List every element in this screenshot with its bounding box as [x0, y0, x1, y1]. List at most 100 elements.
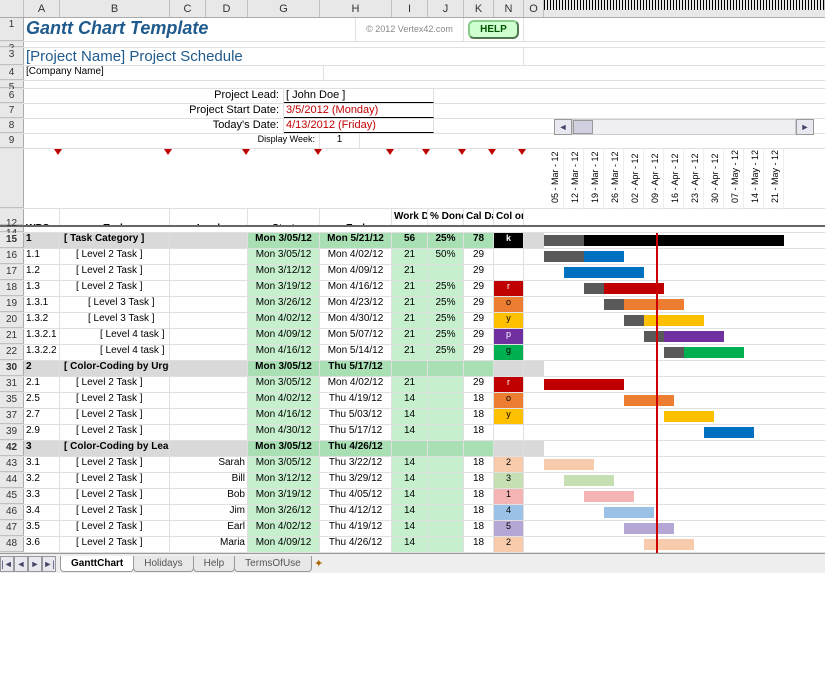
tab-nav-prev[interactable]: ◄ [14, 556, 28, 572]
hdr-end: End [320, 209, 392, 225]
spreadsheet: A B C D G H I J K N O 1 Gantt Chart Temp… [0, 0, 825, 573]
table-row[interactable]: 473.5[ Level 2 Task ]EarlMon 4/02/12Thu … [0, 521, 825, 537]
table-row[interactable]: 433.1[ Level 2 Task ]SarahMon 3/05/12Thu… [0, 457, 825, 473]
table-row[interactable]: 181.3[ Level 2 Task ]Mon 3/19/12Mon 4/16… [0, 281, 825, 297]
hdr-cal: Cal Days [464, 209, 494, 225]
table-row[interactable]: 483.6[ Level 2 Task ]MariaMon 4/09/12Thu… [0, 537, 825, 553]
tab-nav-next[interactable]: ► [28, 556, 42, 572]
gantt-date-label: 16 - Apr - 12 [670, 153, 680, 203]
gantt-date-label: 21 - May - 12 [770, 153, 780, 203]
gantt-bar [624, 299, 684, 310]
gantt-bar [564, 267, 644, 278]
table-row[interactable]: 151[ Task Category ]Mon 3/05/12Mon 5/21/… [0, 233, 825, 249]
gantt-bar [584, 251, 624, 262]
table-row[interactable]: 201.3.2[ Level 3 Task ]Mon 4/02/12Mon 4/… [0, 313, 825, 329]
display-week-label: Display Week: [24, 134, 320, 148]
table-row[interactable]: 372.7[ Level 2 Task ]Mon 4/16/12Thu 5/03… [0, 409, 825, 425]
scroll-left-button[interactable]: ◄ [554, 119, 572, 135]
table-row[interactable]: 463.4[ Level 2 Task ]JimMon 3/26/12Thu 4… [0, 505, 825, 521]
today-line [656, 233, 658, 553]
gantt-bar [624, 315, 644, 326]
gantt-row [544, 521, 825, 536]
col-B[interactable]: B [60, 0, 170, 17]
gantt-date-label: 30 - Apr - 12 [710, 153, 720, 203]
start-label: Project Start Date: [24, 104, 284, 118]
gantt-row [544, 473, 825, 488]
column-headers: A B C D G H I J K N O [0, 0, 825, 18]
table-row[interactable]: 211.3.2.1[ Level 4 task ]Mon 4/09/12Mon … [0, 329, 825, 345]
gantt-bar [644, 315, 704, 326]
gantt-date-label: 19 - Mar - 12 [590, 153, 600, 203]
gantt-bar [604, 299, 624, 310]
table-row[interactable]: 352.5[ Level 2 Task ]Mon 4/02/12Thu 4/19… [0, 393, 825, 409]
sheet-tab-help[interactable]: Help [193, 556, 236, 572]
gantt-row [544, 281, 825, 296]
gantt-row [544, 537, 825, 552]
gantt-bar [704, 427, 754, 438]
table-row[interactable]: 423[ Color-Coding by Lead Name ]Mon 3/05… [0, 441, 825, 457]
table-row[interactable]: 392.9[ Level 2 Task ]Mon 4/30/12Thu 5/17… [0, 425, 825, 441]
gantt-date-label: 02 - Apr - 12 [630, 153, 640, 203]
gantt-date-header: 05 - Mar - 1212 - Mar - 1219 - Mar - 122… [544, 149, 784, 209]
gantt-bar [584, 283, 604, 294]
col-J[interactable]: J [428, 0, 464, 17]
table-row[interactable]: 221.3.2.2[ Level 4 task ]Mon 4/16/12Mon … [0, 345, 825, 361]
sheet-tab-ganttchart[interactable]: GanttChart [60, 556, 134, 572]
table-row[interactable]: 312.1[ Level 2 Task ]Mon 3/05/12Mon 4/02… [0, 377, 825, 393]
col-C[interactable]: C [170, 0, 206, 17]
company-name[interactable]: [Company Name] [24, 66, 324, 80]
sheet-tab-holidays[interactable]: Holidays [133, 556, 193, 572]
table-row[interactable]: 191.3.1[ Level 3 Task ]Mon 3/26/12Mon 4/… [0, 297, 825, 313]
table-row[interactable]: 171.2[ Level 2 Task ]Mon 3/12/12Mon 4/09… [0, 265, 825, 281]
col-I[interactable]: I [392, 0, 428, 17]
gantt-scrollbar[interactable]: ◄ ► [554, 119, 814, 133]
gantt-row [544, 393, 825, 408]
gantt-bar [544, 459, 594, 470]
tab-nav-first[interactable]: |◄ [0, 556, 14, 572]
sheet-tab-termsofuse[interactable]: TermsOfUse [234, 556, 312, 572]
table-row[interactable]: 302[ Color-Coding by Urgency ]Mon 3/05/1… [0, 361, 825, 377]
col-N[interactable]: N [494, 0, 524, 17]
table-row[interactable]: 443.2[ Level 2 Task ]BillMon 3/12/12Thu … [0, 473, 825, 489]
gantt-bar [684, 347, 744, 358]
today-label: Today's Date: [24, 119, 284, 133]
table-row[interactable]: 161.1[ Level 2 Task ]Mon 3/05/12Mon 4/02… [0, 249, 825, 265]
hdr-wbs: WBS [24, 209, 60, 225]
comment-marker-icon [164, 149, 172, 155]
scroll-right-button[interactable]: ► [796, 119, 814, 135]
col-K[interactable]: K [464, 0, 494, 17]
gantt-row [544, 409, 825, 424]
gantt-bar [544, 251, 584, 262]
gantt-bar [664, 331, 724, 342]
gantt-row [544, 345, 825, 360]
hdr-task: Task [60, 209, 170, 225]
gantt-bar [544, 379, 624, 390]
gantt-row [544, 297, 825, 312]
hdr-color: Col or [494, 209, 524, 225]
gantt-row [544, 329, 825, 344]
gantt-bar [604, 507, 654, 518]
scroll-thumb[interactable] [573, 120, 593, 134]
today-value[interactable]: 4/13/2012 (Friday) [284, 119, 434, 133]
col-O[interactable]: O [524, 0, 544, 17]
row-num[interactable]: 1 [0, 18, 24, 41]
col-G[interactable]: G [248, 0, 320, 17]
help-button[interactable]: HELP [468, 20, 519, 39]
tab-nav-last[interactable]: ►| [42, 556, 56, 572]
col-H[interactable]: H [320, 0, 392, 17]
col-D[interactable]: D [206, 0, 248, 17]
hdr-work: Work Days [392, 209, 428, 225]
col-A[interactable]: A [24, 0, 60, 17]
lead-value[interactable]: [ John Doe ] [284, 89, 434, 103]
project-title[interactable]: [Project Name] Project Schedule [24, 48, 524, 65]
hdr-start: Start [248, 209, 320, 225]
gantt-row [544, 361, 825, 376]
collapsed-cols-ruler [544, 0, 825, 10]
copyright: © 2012 Vertex42.com [356, 18, 464, 41]
gantt-row [544, 377, 825, 392]
gantt-bar [584, 235, 784, 246]
new-sheet-icon[interactable]: ✦ [311, 557, 327, 570]
table-row[interactable]: 453.3[ Level 2 Task ]BobMon 3/19/12Thu 4… [0, 489, 825, 505]
display-week-value[interactable]: 1 [320, 134, 360, 148]
start-value[interactable]: 3/5/2012 (Monday) [284, 104, 434, 118]
